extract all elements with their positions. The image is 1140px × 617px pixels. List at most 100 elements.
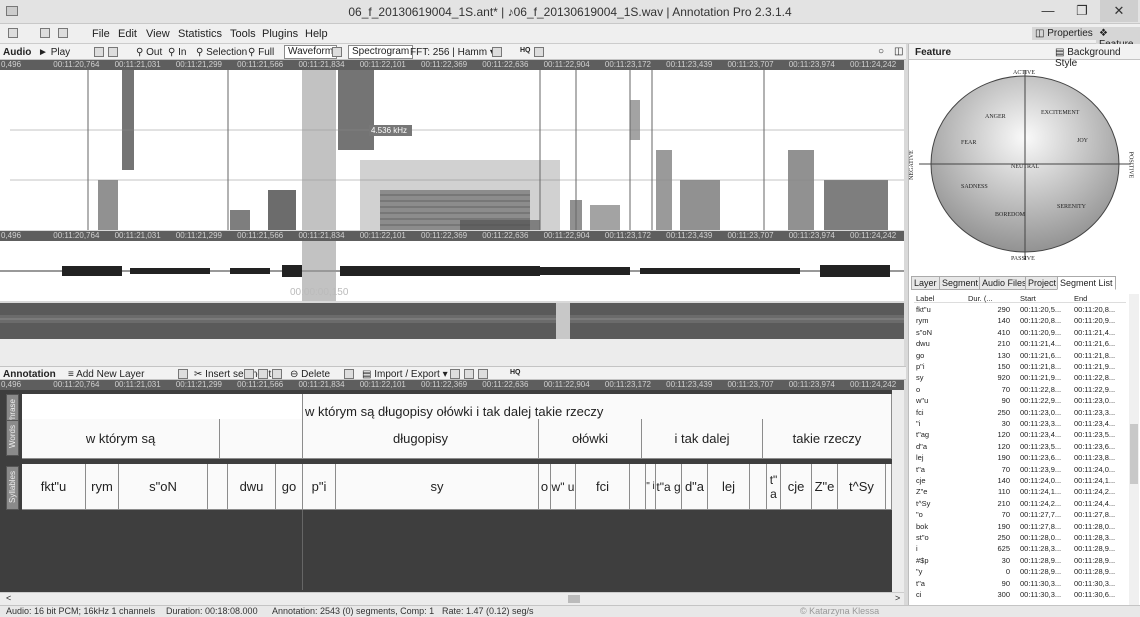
annotation-vscrollbar[interactable] [892, 390, 904, 592]
list-item[interactable]: cje 140 00:11:24,0... 00:11:24,1... [914, 476, 1126, 485]
scroll-left-arrow[interactable]: < [6, 593, 11, 603]
column-start[interactable]: Start [1020, 294, 1036, 303]
emotion-anger[interactable]: ANGER [985, 114, 1006, 120]
hq-annotation-toggle[interactable]: HQ [510, 369, 521, 376]
hq-toggle[interactable]: HQ [520, 47, 531, 54]
fft-select[interactable]: FFT: 256 | Hamm ▾ [410, 47, 495, 58]
list-item[interactable]: o 70 00:11:22,8... 00:11:22,9... [914, 385, 1126, 394]
list-item[interactable]: Z"e 110 00:11:24,1... 00:11:24,2... [914, 487, 1126, 496]
syllable-segment[interactable]: lej [708, 464, 750, 510]
list-item[interactable]: rym 140 00:11:20,8... 00:11:20,9... [914, 316, 1126, 325]
word-segment[interactable]: i tak dalej [642, 419, 763, 459]
add-layer-button[interactable]: ≡ Add New Layer [68, 369, 144, 380]
syllable-segment[interactable]: fci [576, 464, 630, 510]
syllable-segment[interactable]: fkt"u [22, 464, 86, 510]
dock-icon[interactable]: ○ [878, 46, 884, 57]
waveform-toggle[interactable]: Waveform [284, 45, 338, 59]
list-item[interactable]: st"o 250 00:11:28,0... 00:11:28,3... [914, 533, 1126, 542]
menu-edit[interactable]: Edit [118, 28, 137, 40]
table-icon[interactable] [450, 369, 460, 379]
list-item[interactable]: t"a 90 00:11:30,3... 00:11:30,3... [914, 579, 1126, 588]
zoom-full-button[interactable]: ⚲ Full [248, 47, 274, 58]
column-duration[interactable]: Dur. (... [968, 294, 993, 303]
tab-layer[interactable]: Layer [911, 276, 940, 290]
syllable-segment[interactable]: t^Sy [838, 464, 886, 510]
emotion-serenity[interactable]: SERENITY [1057, 204, 1086, 210]
audio-scrollbar[interactable] [0, 339, 904, 366]
delete-button[interactable]: ⊖ Delete [290, 369, 330, 380]
list-item[interactable]: sy 920 00:11:21,9... 00:11:22,8... [914, 373, 1126, 382]
emotion-neutral[interactable]: NEUTRAL [1011, 164, 1039, 170]
menu-tools[interactable]: Tools [230, 28, 256, 40]
syllable-segment[interactable]: sy [336, 464, 539, 510]
spectrogram-toggle[interactable]: Spectrogram [348, 45, 414, 59]
emotion-sadness[interactable]: SADNESS [961, 184, 988, 190]
list-item[interactable]: i 625 00:11:28,3... 00:11:28,9... [914, 544, 1126, 553]
list-item[interactable]: dwu 210 00:11:21,4... 00:11:21,6... [914, 339, 1126, 348]
list-item[interactable]: w"u 90 00:11:22,9... 00:11:23,0... [914, 396, 1126, 405]
menu-plugins[interactable]: Plugins [262, 28, 298, 40]
tab-audio-files[interactable]: Audio Files [979, 276, 1030, 290]
syllable-segment[interactable] [750, 464, 767, 510]
word-segment[interactable]: długopisy [303, 419, 539, 459]
list-item[interactable]: p"i 150 00:11:21,8... 00:11:21,9... [914, 362, 1126, 371]
syllable-segment[interactable]: d"a [682, 464, 708, 510]
tier-label-words[interactable]: Words [6, 420, 19, 456]
segment-list-scroll-thumb[interactable] [1130, 424, 1138, 484]
word-segment[interactable]: ołówki [539, 419, 642, 459]
overview-icon[interactable] [534, 47, 544, 57]
column-label[interactable]: Label [916, 294, 934, 303]
syllable-segment[interactable]: cje [781, 464, 812, 510]
zoom-out-button[interactable]: ⚲ Out [136, 47, 162, 58]
word-segment[interactable] [220, 419, 303, 459]
list-item[interactable]: fci 250 00:11:23,0... 00:11:23,3... [914, 408, 1126, 417]
list-item[interactable]: "y 0 00:11:28,9... 00:11:28,9... [914, 567, 1126, 576]
list-item[interactable]: t^Sy 210 00:11:24,2... 00:11:24,4... [914, 499, 1126, 508]
list-item[interactable]: s"oN 410 00:11:20,9... 00:11:21,4... [914, 328, 1126, 337]
syllable-segment[interactable]: dwu [228, 464, 276, 510]
tier-label-syllables[interactable]: Syllables [6, 466, 19, 510]
stop-icon[interactable] [108, 47, 118, 57]
split-segment-icon[interactable] [258, 369, 268, 379]
emotion-joy[interactable]: JOY [1077, 138, 1088, 144]
spectrogram-view[interactable]: 4.536 kHz [0, 70, 904, 230]
menu-help[interactable]: Help [305, 28, 328, 40]
close-button[interactable]: ✕ [1100, 0, 1138, 22]
syllable-segment[interactable]: t" a [767, 464, 781, 510]
save-icon[interactable] [58, 28, 68, 38]
syllable-segment[interactable]: w" u [551, 464, 576, 510]
tab-project[interactable]: Project [1025, 276, 1060, 290]
new-icon[interactable] [8, 28, 18, 38]
word-segment[interactable]: w którym są [22, 419, 220, 459]
scroll-right-arrow[interactable]: > [895, 593, 900, 603]
syllable-segment[interactable]: rym [86, 464, 119, 510]
zoom-in-button[interactable]: ⚲ In [168, 47, 186, 58]
list-item[interactable]: "i 30 00:11:23,3... 00:11:23,4... [914, 419, 1126, 428]
waveform-zoom-icon[interactable] [332, 47, 342, 57]
syllable-segment[interactable]: t"a g [656, 464, 682, 510]
list-item[interactable]: #$p 30 00:11:28,9... 00:11:28,9... [914, 556, 1126, 565]
copy-icon[interactable] [478, 369, 488, 379]
syllable-segment[interactable] [208, 464, 228, 510]
list-item[interactable]: t"a 70 00:11:23,9... 00:11:24,0... [914, 465, 1126, 474]
syllable-segment[interactable]: p"i [303, 464, 336, 510]
emotion-boredom[interactable]: BOREDOM [995, 212, 1025, 218]
play-button[interactable]: ► Play [38, 47, 70, 58]
list-item[interactable]: lej 190 00:11:23,6... 00:11:23,8... [914, 453, 1126, 462]
emotion-fear[interactable]: FEAR [961, 140, 976, 146]
syllable-segment[interactable] [630, 464, 646, 510]
properties-button[interactable]: ◫ Properties [1032, 27, 1096, 40]
minimize-button[interactable]: — [1032, 0, 1064, 22]
overview-strip[interactable] [0, 303, 904, 339]
menu-view[interactable]: View [146, 28, 170, 40]
maximize-button[interactable]: ❐ [1066, 0, 1098, 22]
list-item[interactable]: ci 300 00:11:30,3... 00:11:30,6... [914, 590, 1126, 599]
edit-icon[interactable] [464, 369, 474, 379]
split-icon[interactable]: ◫ [894, 46, 903, 57]
list-item[interactable]: d"a 120 00:11:23,5... 00:11:23,6... [914, 442, 1126, 451]
list-item[interactable]: fkt"u 290 00:11:20,5... 00:11:20,8... [914, 305, 1126, 314]
scroll-thumb[interactable] [568, 595, 580, 603]
annotation-hscrollbar[interactable]: < > [0, 592, 904, 605]
tab-segment[interactable]: Segment [939, 276, 982, 290]
menu-statistics[interactable]: Statistics [178, 28, 222, 40]
